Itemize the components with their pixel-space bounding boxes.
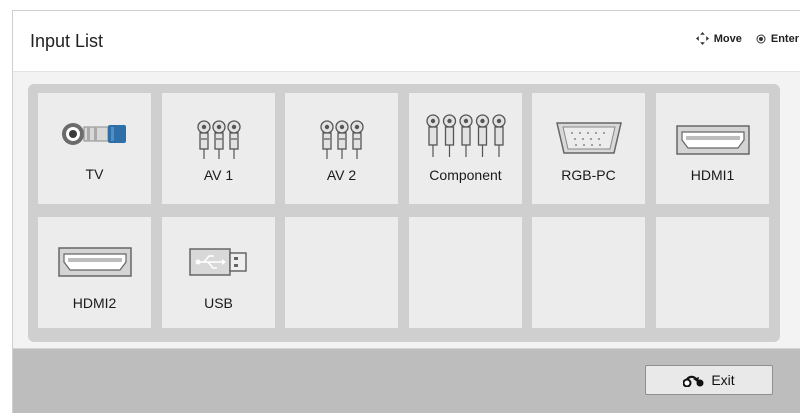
input-tile-tv[interactable]: TV (38, 93, 151, 204)
input-label-hdmi1: HDMI1 (690, 167, 735, 183)
input-list-window: Input List Move Enter TV AV 1 AV 2 Compo… (12, 10, 800, 413)
empty-input-slot (409, 217, 522, 328)
enter-hint-label: Enter (770, 32, 799, 45)
hdmi-port-icon (38, 247, 151, 277)
move-hint-label: Move (713, 32, 742, 45)
page-title: Input List (30, 31, 104, 51)
input-tile-av2[interactable]: AV 2 (285, 93, 398, 204)
vga-port-icon (532, 121, 645, 155)
empty-input-slot (532, 217, 645, 328)
input-tile-usb[interactable]: USB (162, 217, 275, 328)
hdmi-port-icon (656, 125, 769, 155)
input-label-tv: TV (85, 166, 104, 182)
move-hint: Move (695, 32, 742, 45)
input-label-av1: AV 1 (203, 167, 234, 183)
input-label-component: Component (429, 167, 502, 183)
usb-icon (162, 248, 275, 276)
coax-antenna-icon (38, 121, 151, 147)
input-tile-hdmi1[interactable]: HDMI1 (656, 93, 769, 204)
input-tile-component[interactable]: Component (409, 93, 522, 204)
rca-av-icon (162, 119, 275, 161)
input-label-hdmi2: HDMI2 (72, 295, 117, 311)
empty-input-slot (285, 217, 398, 328)
header: Input List Move Enter (13, 11, 800, 72)
exit-button[interactable]: Exit (645, 365, 773, 395)
enter-dot-icon (756, 34, 766, 43)
input-label-av2: AV 2 (326, 167, 357, 183)
key-hints: Move Enter (682, 32, 799, 45)
input-label-rgb-pc: RGB-PC (561, 167, 616, 183)
input-tile-rgb-pc[interactable]: RGB-PC (532, 93, 645, 204)
back-arrow-icon (683, 375, 704, 387)
move-arrows-icon (695, 32, 709, 45)
rca-component-icon (409, 113, 522, 159)
empty-input-slot (656, 217, 769, 328)
input-tile-hdmi2[interactable]: HDMI2 (38, 217, 151, 328)
footer-bar: Exit (13, 348, 800, 413)
input-tile-av1[interactable]: AV 1 (162, 93, 275, 204)
enter-hint: Enter (756, 33, 799, 45)
rca-av-icon (285, 119, 398, 161)
input-label-usb: USB (204, 295, 233, 311)
input-grid-panel: TV AV 1 AV 2 Component RGB-PC HDMI1 HDMI… (28, 84, 780, 342)
exit-button-label: Exit (711, 372, 735, 388)
